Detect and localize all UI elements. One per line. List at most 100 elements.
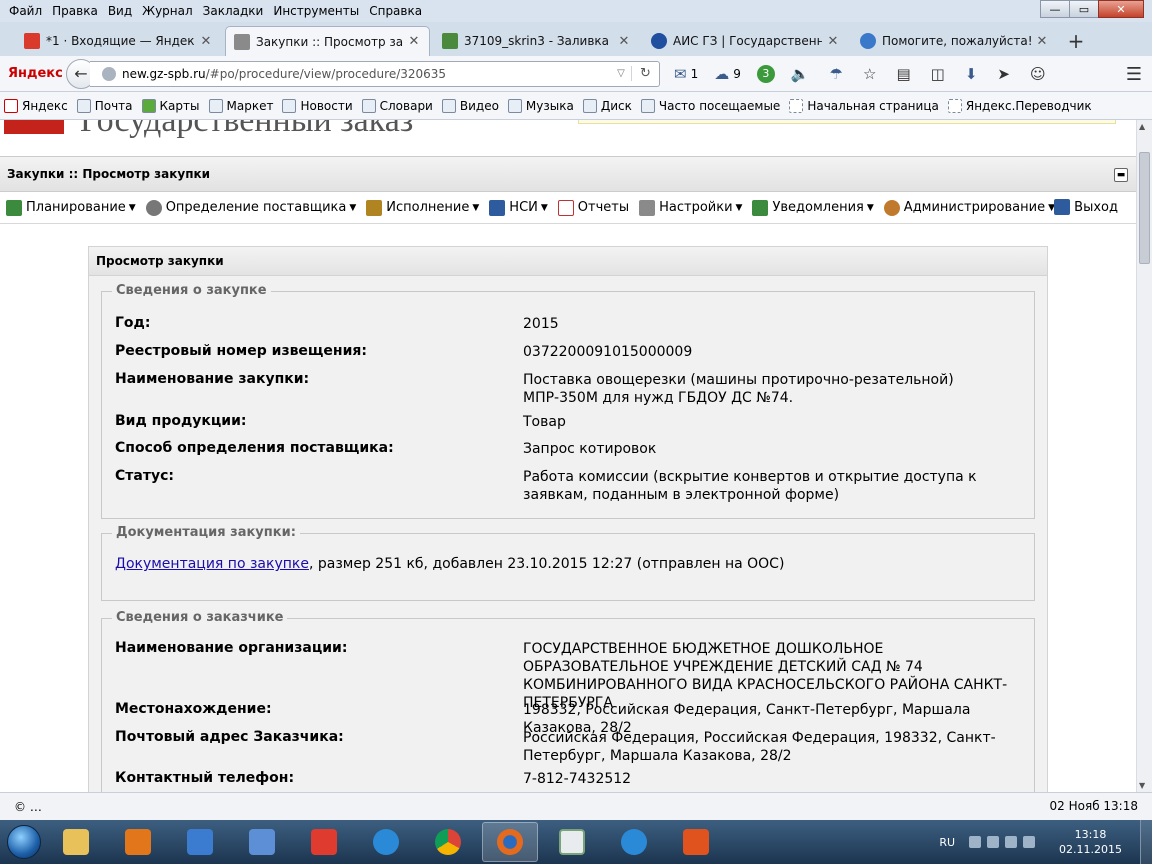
documentation-link[interactable]: Документация по закупке (115, 556, 309, 572)
tab-skrin[interactable]: 37109_skrin3 - Заливка уда… ✕ (434, 26, 639, 56)
hamburger-menu-icon[interactable]: ☰ (1126, 64, 1142, 85)
yandex-logo[interactable]: Яндекс (0, 66, 63, 81)
dropdown-arrow-icon[interactable]: ▽ (611, 68, 631, 79)
firefox-icon (497, 829, 523, 855)
pocket-icon[interactable]: ◫ (931, 65, 949, 83)
wrench-icon (639, 199, 656, 216)
taskbar-app-ie[interactable] (358, 822, 414, 862)
menu-settings[interactable]: Настройки ▼ (639, 199, 742, 216)
sync-icon[interactable]: ☂ (830, 65, 847, 83)
start-button[interactable] (0, 820, 48, 864)
close-tab-icon[interactable]: ✕ (617, 34, 631, 49)
traffic-button[interactable]: 3 (756, 64, 775, 83)
maximize-button[interactable]: ▭ (1069, 0, 1099, 18)
taskbar-app-yandex[interactable] (296, 822, 352, 862)
close-tab-icon[interactable]: ✕ (826, 34, 840, 49)
close-tab-icon[interactable]: ✕ (199, 34, 213, 49)
bookmark-item[interactable]: Диск (582, 98, 632, 113)
field-value: Поставка овощерезки (машины протирочно-р… (523, 372, 954, 406)
taskbar-app-chrome[interactable] (420, 822, 476, 862)
taskbar-app-media[interactable] (110, 822, 166, 862)
action-center-icon[interactable] (1005, 836, 1018, 848)
taskbar-app-sound[interactable] (234, 822, 290, 862)
tab-label: Помогите, пожалуйста! | … (882, 34, 1031, 48)
bookmark-item[interactable]: Почта (76, 98, 133, 113)
bookmark-item[interactable]: Часто посещаемые (640, 98, 780, 113)
documentation-section: Документация закупки: Документация по за… (101, 525, 1035, 601)
network-icon[interactable] (987, 836, 1000, 848)
menu-help[interactable]: Справка (364, 0, 427, 22)
mail-tab-icon (24, 33, 40, 49)
bookmark-item[interactable]: Музыка (507, 98, 574, 113)
vertical-scrollbar[interactable]: ▲ ▼ (1136, 120, 1152, 792)
taskbar-app-explorer[interactable] (48, 822, 104, 862)
bookmark-item[interactable]: Яндекс.Переводчик (947, 98, 1092, 113)
scroll-down-icon[interactable]: ▼ (1139, 781, 1145, 790)
menu-reports[interactable]: Отчеты (557, 199, 629, 216)
bookmark-item[interactable]: Словари (361, 98, 433, 113)
tab-ais[interactable]: АИС ГЗ | Государственны… ✕ (643, 26, 848, 56)
tab-help[interactable]: Помогите, пожалуйста! | … ✕ (852, 26, 1057, 56)
menu-tools[interactable]: Инструменты (268, 0, 364, 22)
close-window-button[interactable]: ✕ (1098, 0, 1144, 18)
taskbar-app-firefox[interactable] (482, 822, 538, 862)
menu-administration[interactable]: Администрирование ▼ (883, 199, 1055, 216)
chat-icon[interactable]: ☺ (1030, 65, 1050, 83)
scroll-up-icon[interactable]: ▲ (1139, 122, 1145, 131)
bookmark-item[interactable]: Видео (441, 98, 499, 113)
taskbar-app-ie2[interactable] (606, 822, 662, 862)
collapse-icon[interactable]: ▬ (1114, 168, 1128, 182)
minimize-button[interactable]: — (1040, 0, 1070, 18)
menu-planning[interactable]: Планирование ▼ (6, 199, 136, 216)
tab-procurement[interactable]: Закупки :: Просмотр заку… ✕ (225, 26, 430, 56)
menu-execution[interactable]: Исполнение ▼ (366, 199, 479, 216)
menu-history[interactable]: Журнал (137, 0, 198, 22)
field-label: Год: (115, 315, 151, 331)
mail-button[interactable]: ✉ 1 (674, 65, 698, 83)
taskbar-app-mail[interactable] (172, 822, 228, 862)
clock[interactable]: 13:18 02.11.2015 (1059, 827, 1122, 857)
star-icon[interactable]: ☆ (863, 65, 880, 83)
menu-file[interactable]: Файл (4, 0, 47, 22)
bookmark-item[interactable]: Яндекс (4, 98, 68, 113)
download-icon[interactable]: ⬇ (965, 65, 982, 83)
menu-label: Администрирование (903, 200, 1046, 215)
menu-nsi[interactable]: НСИ ▼ (489, 199, 548, 216)
dropdown-arrow-icon: ▼ (128, 202, 136, 213)
reload-icon[interactable]: ↻ (631, 66, 659, 81)
app-title-bar: Закупки :: Просмотр закупки ▬ (0, 156, 1136, 192)
weather-button[interactable]: ☁ 9 (714, 65, 741, 83)
menu-bookmarks[interactable]: Закладки (198, 0, 269, 22)
address-bar[interactable]: new.gz-spb.ru/#po/procedure/view/procedu… (90, 60, 660, 87)
volume-icon[interactable] (1023, 836, 1036, 848)
bookmark-item[interactable]: Маркет (208, 98, 273, 113)
documentation-line: Документация по закупке, размер 251 кб, … (115, 556, 784, 572)
logout-button[interactable]: Выход (1054, 199, 1118, 215)
speaker-icon[interactable]: 🔈 (791, 65, 814, 83)
close-tab-icon[interactable]: ✕ (1035, 34, 1049, 49)
language-indicator[interactable]: RU (939, 836, 955, 849)
show-desktop-button[interactable] (1140, 820, 1152, 864)
field-label: Вид продукции: (115, 413, 247, 429)
new-tab-button[interactable]: + (1061, 26, 1091, 56)
bookmark-item[interactable]: Начальная страница (789, 98, 939, 113)
tray-arrow-icon[interactable] (969, 836, 982, 848)
documentation-info: , размер 251 кб, добавлен 23.10.2015 12:… (308, 556, 785, 572)
bookmark-item[interactable]: Новости (282, 98, 353, 113)
bookmark-item[interactable]: Карты (141, 98, 200, 113)
taskbar-app-pdf[interactable] (668, 822, 724, 862)
bookmark-icon (947, 98, 962, 113)
field-value: Работа комиссии (вскрытие конвертов и от… (523, 469, 977, 503)
send-icon[interactable]: ➤ (997, 65, 1014, 83)
menu-view[interactable]: Вид (103, 0, 137, 22)
menu-edit[interactable]: Правка (47, 0, 103, 22)
tab-mail[interactable]: *1 · Входящие — Яндекс.… ✕ (16, 26, 221, 56)
menu-supplier[interactable]: Определение поставщика ▼ (145, 199, 356, 216)
taskbar-app-window[interactable] (544, 822, 600, 862)
reading-list-icon[interactable]: ▤ (896, 65, 914, 83)
field-value: 7-812-7432512 (523, 771, 632, 787)
scrollbar-thumb[interactable] (1139, 152, 1150, 264)
menu-notifications[interactable]: Уведомления ▼ (752, 199, 874, 216)
panel-title: Просмотр закупки (89, 247, 1047, 276)
close-tab-icon[interactable]: ✕ (407, 34, 421, 49)
